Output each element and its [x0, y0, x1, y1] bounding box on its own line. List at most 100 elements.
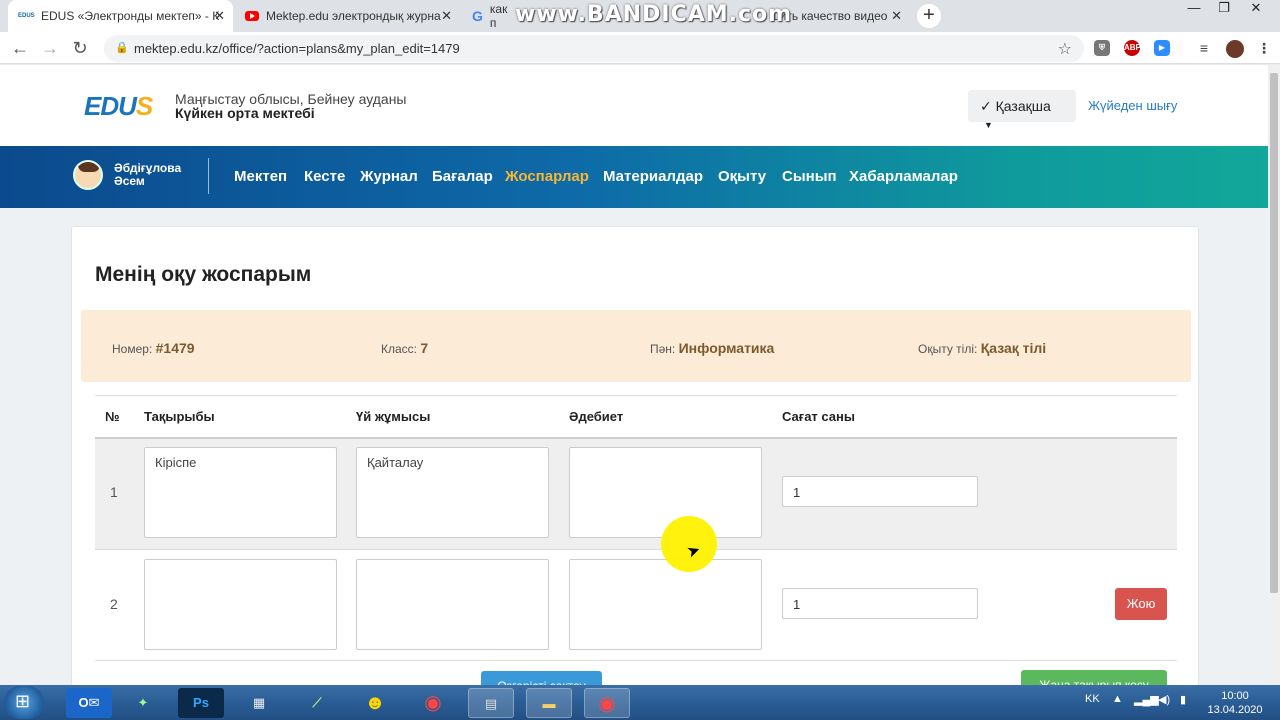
- abp-icon[interactable]: ABP: [1124, 40, 1141, 56]
- file-explorer-icon[interactable]: ▬: [526, 688, 572, 718]
- document-app-icon[interactable]: ▤: [468, 688, 514, 718]
- close-icon[interactable]: ✕: [891, 8, 902, 24]
- hours-input[interactable]: 1: [782, 588, 978, 619]
- playlist-icon[interactable]: ≡: [1196, 40, 1212, 56]
- zoom-icon[interactable]: ▶: [1154, 40, 1170, 56]
- lang-label: Оқыту тілі:: [918, 342, 978, 356]
- menu-item-grades[interactable]: Бағалар: [432, 168, 493, 185]
- literature-textarea[interactable]: [569, 447, 762, 538]
- hours-input[interactable]: 1: [782, 476, 978, 507]
- homework-textarea[interactable]: [356, 559, 549, 650]
- language-dropdown[interactable]: ✓ Қазақша ▼: [968, 90, 1076, 130]
- main-menu: Әбдіғұлова Әсем Мектеп Кесте Журнал Баға…: [0, 146, 1268, 208]
- plan-info-panel: Номер: #1479 Класс: 7 Пән: Информатика О…: [81, 310, 1191, 382]
- tab-label: EDUS «Электронды мектеп» - К: [41, 9, 220, 23]
- topic-textarea[interactable]: Кіріспе: [144, 447, 337, 538]
- tab-google[interactable]: G как п: [462, 0, 522, 32]
- plan-number: Номер: #1479: [112, 340, 195, 356]
- new-tab-button[interactable]: +: [917, 4, 941, 28]
- photoshop-icon[interactable]: Ps: [178, 688, 224, 718]
- page-title: Менің оқу жоспарым: [95, 263, 312, 286]
- window-close-icon[interactable]: ✕: [1242, 0, 1270, 20]
- menu-item-journal[interactable]: Журнал: [360, 168, 418, 185]
- volume-icon[interactable]: ◀): [1158, 693, 1170, 706]
- painting-app-icon[interactable]: ⟋: [294, 688, 340, 718]
- menu-item-school[interactable]: Мектеп: [234, 168, 287, 185]
- logout-link[interactable]: Жүйеден шығу: [1088, 98, 1177, 113]
- tab-mektep-video[interactable]: Mektep.edu электрондық журна ✕: [235, 0, 460, 32]
- header-hours: Сағат саны: [782, 409, 855, 424]
- tab-label: как п: [489, 2, 508, 30]
- browser-tab-bar: EDUS EDUS «Электронды мектеп» - К ✕ Mekt…: [0, 0, 1280, 32]
- address-bar[interactable]: 🔒 mektep.edu.kz/office/?action=plans&my_…: [104, 35, 1084, 62]
- add-topic-button[interactable]: Жаңа тақырып қосу: [1021, 670, 1167, 685]
- menu-item-materials[interactable]: Материалдар: [603, 168, 703, 185]
- web-page: EDUS Маңғыстау облысы, Бейнеу ауданы Күй…: [0, 65, 1268, 685]
- start-button[interactable]: [4, 686, 44, 719]
- outlook-icon[interactable]: O✉: [66, 688, 112, 718]
- user-avatar[interactable]: [73, 160, 103, 190]
- menu-item-schedule[interactable]: Кесте: [304, 168, 345, 185]
- menu-item-messages[interactable]: Хабарламалар: [849, 168, 958, 185]
- number-value: #1479: [155, 340, 195, 356]
- maximize-icon[interactable]: ❐: [1210, 0, 1238, 20]
- menu-item-teaching[interactable]: Оқыту: [718, 168, 766, 185]
- battery-icon[interactable]: ▮: [1180, 693, 1186, 706]
- bookmark-star-icon[interactable]: ☆: [1058, 39, 1072, 59]
- bandicam-watermark: www.BANDICAM.com: [515, 2, 793, 27]
- header-topic: Тақырыбы: [144, 409, 215, 424]
- close-icon[interactable]: ✕: [214, 8, 225, 24]
- edus-icon: EDUS: [18, 13, 35, 19]
- divider: [95, 549, 1177, 550]
- number-label: Номер:: [112, 342, 153, 356]
- topic-textarea[interactable]: [144, 559, 337, 650]
- geogebra-icon[interactable]: ✦: [120, 688, 166, 718]
- user-name[interactable]: Әбдіғұлова Әсем: [114, 162, 194, 188]
- chrome-window-icon[interactable]: ◉: [584, 688, 630, 718]
- tray-expand-icon[interactable]: ▲: [1112, 693, 1123, 705]
- forward-icon[interactable]: →: [39, 38, 61, 59]
- save-changes-button[interactable]: Өзгерісті сақтау: [481, 671, 602, 685]
- plan-class: Класс: 7: [381, 340, 428, 356]
- shield-icon[interactable]: ⛨: [1094, 40, 1110, 56]
- close-icon[interactable]: ✕: [441, 8, 452, 24]
- minimize-icon[interactable]: —: [1180, 0, 1208, 20]
- lock-icon: 🔒: [115, 42, 129, 54]
- google-icon: G: [472, 8, 483, 24]
- lang-value: Қазақ тілі: [980, 340, 1047, 356]
- url-text: mektep.edu.kz/office/?action=plans&my_pl…: [134, 41, 460, 56]
- subject-label: Пән:: [650, 342, 676, 356]
- class-label: Класс:: [381, 342, 417, 356]
- keyboard-language[interactable]: KK: [1085, 693, 1100, 705]
- divider: [208, 158, 209, 194]
- school-name: Күйкен орта мектебі: [175, 105, 315, 121]
- tab-edus[interactable]: EDUS EDUS «Электронды мектеп» - К ✕: [8, 0, 233, 32]
- language-label: ✓ Қазақша: [980, 98, 1051, 114]
- page-scrollbar[interactable]: [1268, 65, 1280, 685]
- header-number: №: [105, 409, 120, 424]
- clock[interactable]: 10:00 13.04.2020: [1200, 689, 1270, 717]
- reload-icon[interactable]: ↻: [69, 38, 91, 59]
- site-header: EDUS Маңғыстау облысы, Бейнеу ауданы Күй…: [0, 65, 1268, 146]
- subject-value: Информатика: [678, 340, 775, 356]
- emoji-app-icon[interactable]: ☻: [352, 688, 398, 718]
- row-number: 1: [110, 484, 118, 500]
- video-editor-icon[interactable]: ▦: [236, 688, 282, 718]
- literature-textarea[interactable]: [569, 559, 762, 650]
- windows-taskbar: O✉ ✦ Ps ▦ ⟋ ☻ ◉ ▤ ▬ ◉ KK ▲ ▂▄▆ ◀) ▮ 10:0…: [0, 685, 1280, 720]
- delete-row-button[interactable]: Жою: [1115, 588, 1167, 620]
- plan-card: Менің оқу жоспарым Номер: #1479 Класс: 7…: [71, 226, 1199, 685]
- plan-language: Оқыту тілі: Қазақ тілі: [918, 340, 1046, 356]
- chrome-icon[interactable]: ◉: [410, 688, 456, 718]
- scrollbar-thumb[interactable]: [1270, 73, 1278, 593]
- divider: [95, 660, 1177, 661]
- profile-avatar[interactable]: [1226, 40, 1244, 58]
- menu-item-plans[interactable]: Жоспарлар: [505, 168, 589, 185]
- homework-textarea[interactable]: Қайталау: [356, 447, 549, 538]
- row-number: 2: [110, 596, 118, 612]
- network-icon[interactable]: ▂▄▆: [1134, 693, 1159, 706]
- back-icon[interactable]: ←: [9, 38, 31, 59]
- more-menu-icon[interactable]: ⋮: [1256, 40, 1272, 56]
- menu-item-class[interactable]: Сынып: [782, 168, 837, 185]
- edus-logo[interactable]: EDUS: [84, 91, 153, 122]
